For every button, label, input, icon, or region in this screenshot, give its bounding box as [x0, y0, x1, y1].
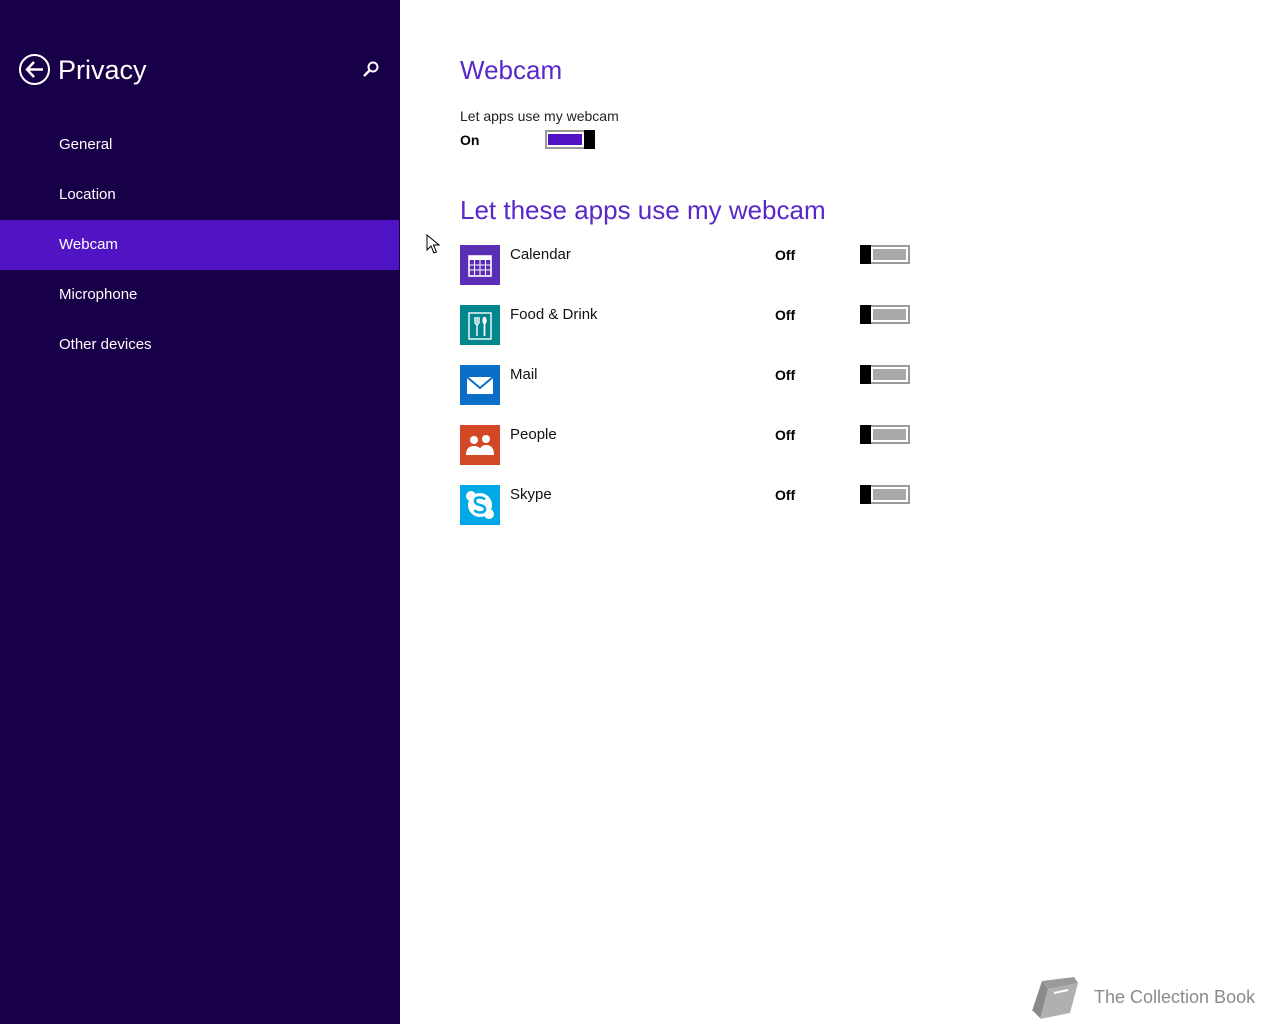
app-row-food-drink: Food & Drink Off	[460, 305, 920, 345]
app-name: People	[510, 426, 557, 443]
sidebar-item-other-devices[interactable]: Other devices	[0, 320, 399, 370]
app-state: Off	[775, 247, 796, 263]
sidebar-item-general[interactable]: General	[0, 120, 399, 170]
calendar-tile	[460, 245, 500, 285]
mail-webcam-toggle[interactable]	[860, 365, 910, 384]
food-drink-webcam-toggle[interactable]	[860, 305, 910, 324]
app-name: Calendar	[510, 246, 571, 263]
sidebar-item-microphone[interactable]: Microphone	[0, 270, 399, 320]
app-state: Off	[775, 427, 796, 443]
back-arrow-icon	[25, 61, 43, 78]
toggle-fill	[548, 134, 582, 145]
app-state: Off	[775, 307, 796, 323]
app-state: Off	[775, 367, 796, 383]
sidebar-item-location[interactable]: Location	[0, 170, 399, 220]
toggle-thumb[interactable]	[860, 305, 871, 324]
watermark-text: The Collection Book	[1094, 987, 1256, 1007]
toggle-thumb[interactable]	[860, 425, 871, 444]
toggle-thumb[interactable]	[584, 130, 595, 149]
app-name: Skype	[510, 486, 552, 503]
book-icon	[1031, 977, 1078, 1020]
app-name: Food & Drink	[510, 306, 598, 323]
sidebar-item-webcam[interactable]: Webcam	[0, 220, 399, 270]
master-toggle-label: Let apps use my webcam	[460, 108, 619, 124]
toggle-fill	[873, 489, 906, 500]
back-button[interactable]	[19, 54, 50, 85]
toggle-fill	[873, 249, 906, 260]
mouse-cursor-icon	[426, 233, 441, 259]
app-row-people: People Off	[460, 425, 920, 465]
toggle-fill	[873, 309, 906, 320]
toggle-fill	[873, 429, 906, 440]
app-state: Off	[775, 487, 796, 503]
app-name: Mail	[510, 366, 538, 383]
envelope-icon	[460, 365, 500, 405]
calendar-webcam-toggle[interactable]	[860, 245, 910, 264]
toggle-thumb[interactable]	[860, 365, 871, 384]
app-list: Calendar Off Food & Drink Off Mail Off P…	[460, 245, 920, 545]
people-tile	[460, 425, 500, 465]
calendar-icon	[460, 245, 500, 285]
fork-knife-icon	[460, 305, 500, 345]
people-icon	[460, 425, 500, 465]
skype-icon	[460, 485, 500, 525]
master-webcam-toggle[interactable]	[545, 130, 595, 149]
sidebar-header: Privacy	[19, 52, 381, 88]
app-row-skype: Skype Off	[460, 485, 920, 525]
toggle-thumb[interactable]	[860, 245, 871, 264]
mail-tile	[460, 365, 500, 405]
people-webcam-toggle[interactable]	[860, 425, 910, 444]
search-button[interactable]	[361, 60, 381, 80]
watermark: The Collection Book	[1028, 975, 1268, 1023]
sidebar: Privacy General Location Webcam Micropho…	[0, 0, 400, 1024]
sidebar-nav: General Location Webcam Microphone Other…	[0, 120, 399, 370]
app-row-calendar: Calendar Off	[460, 245, 920, 285]
search-icon	[363, 61, 379, 77]
page-title: Privacy	[58, 55, 147, 85]
main-content: Webcam Let apps use my webcam On Let the…	[460, 0, 1240, 1024]
app-row-mail: Mail Off	[460, 365, 920, 405]
section-title: Webcam	[460, 55, 563, 85]
master-toggle-state: On	[460, 132, 480, 148]
toggle-thumb[interactable]	[860, 485, 871, 504]
skype-tile	[460, 485, 500, 525]
skype-webcam-toggle[interactable]	[860, 485, 910, 504]
apps-heading: Let these apps use my webcam	[460, 195, 826, 225]
food-drink-tile	[460, 305, 500, 345]
toggle-fill	[873, 369, 906, 380]
